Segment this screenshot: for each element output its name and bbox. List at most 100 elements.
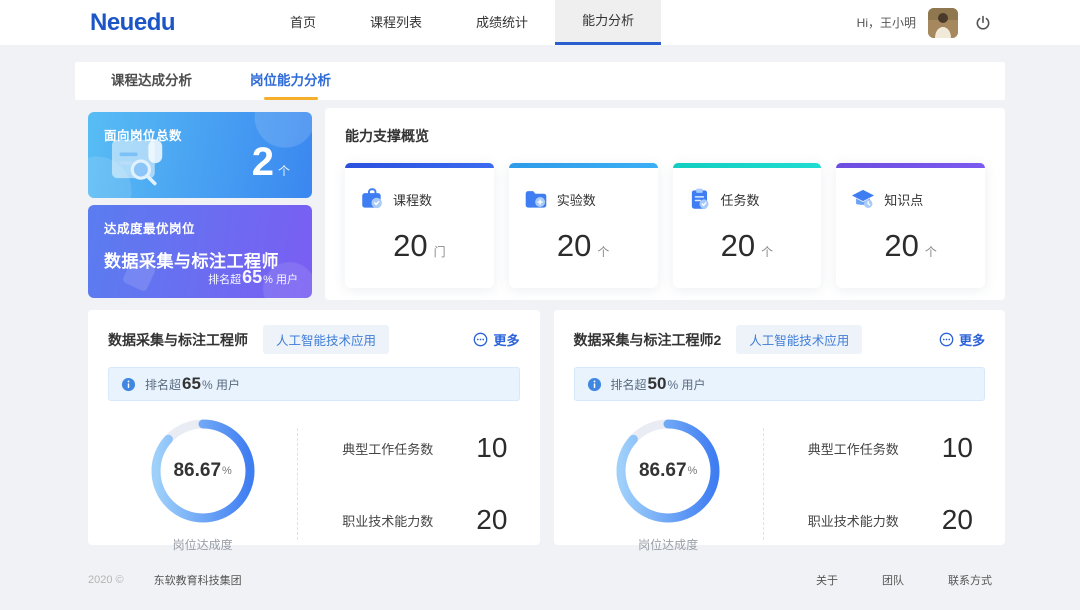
stat-number: 20门: [359, 228, 480, 264]
stat-topbar: [345, 163, 494, 168]
footer: 2020 © 东软教育科技集团 关于 团队 联系方式: [88, 572, 992, 588]
nav-item-grades[interactable]: 成绩统计: [449, 0, 555, 45]
stat-row-skills: 职业技术能力数 20: [808, 504, 985, 536]
footer-year: 2020 ©: [88, 574, 124, 586]
donut-block: 86.67% 岗位达成度: [108, 415, 297, 553]
stat-row-label: 典型工作任务数: [808, 439, 926, 458]
more-ellipsis-icon: [473, 332, 488, 347]
stat-number: 20 个: [850, 228, 971, 264]
donut-center-value: 86.67%: [147, 415, 259, 527]
tab-position-analysis[interactable]: 岗位能力分析: [244, 62, 337, 100]
position-stats: 典型工作任务数 10 职业技术能力数 20: [298, 432, 519, 536]
position-tag[interactable]: 人工智能技术应用: [263, 325, 389, 354]
user-box: Hi，王小明: [857, 8, 992, 38]
tab-course-analysis[interactable]: 课程达成分析: [105, 62, 198, 100]
rank-value: 65: [182, 374, 201, 393]
donut-label: 岗位达成度: [638, 536, 698, 553]
stat-row-value: 20: [942, 504, 973, 536]
position-panel-body: 86.67% 岗位达成度 典型工作任务数 10 职业技术能力数 20: [108, 415, 520, 553]
best-position-card[interactable]: 达成度最优岗位 数据采集与标注工程师 排名超65% 用户: [88, 205, 312, 298]
total-positions-card[interactable]: 面向岗位总数 2个: [88, 112, 312, 198]
capability-overview-panel: 能力支撑概览 课程数 20门: [325, 108, 1005, 300]
capability-overview-title: 能力支撑概览: [345, 126, 985, 146]
rank-suffix: % 用户: [202, 378, 240, 392]
best-position-title: 达成度最优岗位: [104, 218, 296, 237]
stat-unit: 个: [761, 245, 773, 259]
stat-row-value: 10: [942, 432, 973, 464]
stat-row-value: 20: [476, 504, 507, 536]
footer-links: 关于 团队 联系方式: [816, 572, 992, 588]
stat-card-tasks[interactable]: 任务数 20个: [673, 163, 822, 288]
stat-head: 课程数: [359, 186, 480, 212]
stat-unit: 个: [925, 245, 937, 259]
folder-icon: [523, 186, 549, 212]
rank-value: 50: [648, 374, 667, 393]
nav-item-ability[interactable]: 能力分析: [555, 0, 661, 45]
brand-logo[interactable]: Neuedu: [90, 9, 175, 37]
stat-head: 实验数: [523, 186, 644, 212]
rank-suffix: % 用户: [667, 378, 705, 392]
footer-link-contact[interactable]: 联系方式: [948, 572, 992, 588]
donut-unit: %: [222, 465, 232, 477]
stat-number: 20个: [687, 228, 808, 264]
nav-item-courses[interactable]: 课程列表: [343, 0, 449, 45]
avatar-image: [928, 8, 958, 38]
footer-link-team[interactable]: 团队: [882, 572, 904, 588]
stat-row-skills: 职业技术能力数 20: [342, 504, 519, 536]
rank-banner: 排名超50% 用户: [574, 367, 986, 401]
clipboard-icon: [687, 186, 713, 212]
stat-unit: 个: [597, 245, 609, 259]
stat-unit: 门: [434, 245, 446, 259]
stat-label: 任务数: [721, 190, 760, 209]
stat-card-labs[interactable]: 实验数 20个: [509, 163, 658, 288]
dashboard-page: Neuedu 首页 课程列表 成绩统计 能力分析 Hi，王小明: [0, 0, 1080, 610]
info-icon: [121, 377, 136, 392]
more-link[interactable]: 更多: [473, 330, 519, 349]
analysis-tabbar: 课程达成分析 岗位能力分析: [75, 62, 1005, 100]
user-avatar[interactable]: [928, 8, 958, 38]
best-position-rank: 排名超65% 用户: [208, 267, 298, 288]
rank-banner-text: 排名超65% 用户: [145, 374, 240, 394]
achievement-donut-chart: 86.67%: [612, 415, 724, 527]
footer-link-about[interactable]: 关于: [816, 572, 838, 588]
more-label: 更多: [959, 330, 985, 349]
stat-row-tasks: 典型工作任务数 10: [808, 432, 985, 464]
main-section: 面向岗位总数 2个 达成度最优岗位: [88, 108, 1005, 300]
stat-row-label: 典型工作任务数: [342, 439, 460, 458]
rank-value: 65: [242, 267, 262, 287]
donut-block: 86.67% 岗位达成度: [574, 415, 763, 553]
nav-item-home[interactable]: 首页: [263, 0, 343, 45]
briefcase-icon: [359, 186, 385, 212]
summary-column: 面向岗位总数 2个 达成度最优岗位: [88, 112, 312, 300]
rank-banner: 排名超65% 用户: [108, 367, 520, 401]
rank-banner-text: 排名超50% 用户: [611, 374, 706, 394]
position-panel-1: 数据采集与标注工程师 人工智能技术应用 更多 排名超65% 用户: [88, 310, 540, 545]
graduation-cap-icon: [850, 186, 876, 212]
donut-value: 86.67: [639, 460, 687, 482]
total-positions-value: 2个: [252, 142, 290, 182]
position-title: 数据采集与标注工程师2: [574, 330, 722, 350]
stat-label: 知识点: [884, 190, 923, 209]
stat-card-courses[interactable]: 课程数 20门: [345, 163, 494, 288]
donut-center-value: 86.67%: [612, 415, 724, 527]
stat-row-label: 职业技术能力数: [808, 511, 926, 530]
stat-card-knowledge[interactable]: 知识点 20 个: [836, 163, 985, 288]
position-stats: 典型工作任务数 10 职业技术能力数 20: [764, 432, 985, 536]
position-title: 数据采集与标注工程师: [108, 330, 248, 350]
stat-topbar: [673, 163, 822, 168]
power-icon[interactable]: [974, 14, 992, 32]
stat-row-tasks: 典型工作任务数 10: [342, 432, 519, 464]
total-positions-unit: 个: [278, 164, 290, 178]
footer-company[interactable]: 东软教育科技集团: [154, 572, 242, 588]
stat-topbar: [836, 163, 985, 168]
position-panel-body: 86.67% 岗位达成度 典型工作任务数 10 职业技术能力数 20: [574, 415, 986, 553]
stat-label: 实验数: [557, 190, 596, 209]
more-link[interactable]: 更多: [939, 330, 985, 349]
position-tag[interactable]: 人工智能技术应用: [736, 325, 862, 354]
main-nav: 首页 课程列表 成绩统计 能力分析: [263, 0, 661, 45]
rank-prefix: 排名超: [611, 378, 647, 392]
stat-row-value: 10: [476, 432, 507, 464]
stat-head: 知识点: [850, 186, 971, 212]
stat-value: 20: [884, 228, 918, 263]
stat-topbar: [509, 163, 658, 168]
